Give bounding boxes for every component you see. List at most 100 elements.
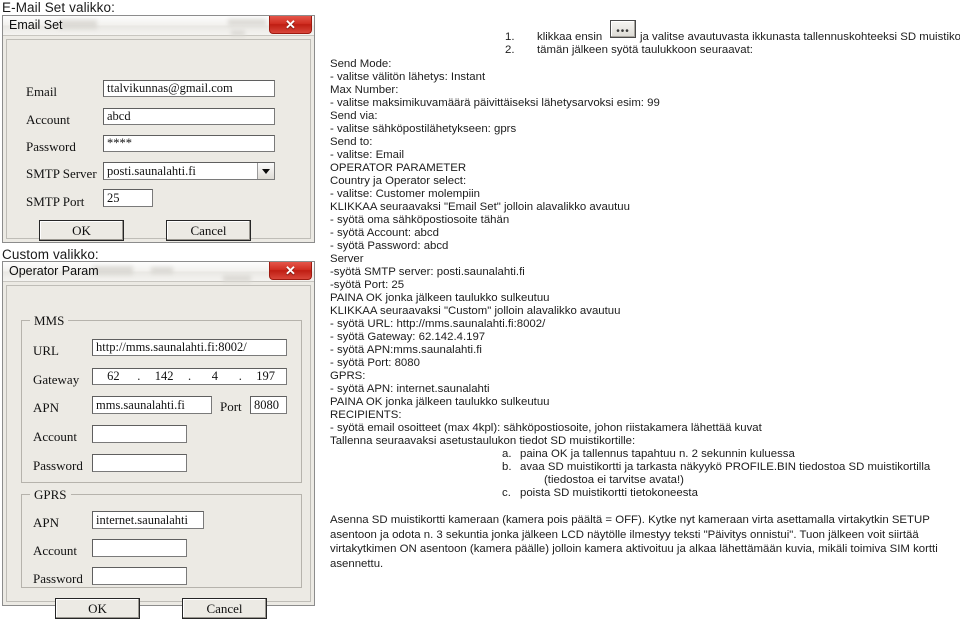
gprs-account-label: Account xyxy=(33,543,78,558)
instruction-line: OPERATOR PARAMETER xyxy=(330,162,467,174)
password-field-label: Password xyxy=(26,139,76,154)
gateway-octet-3[interactable]: 4 xyxy=(195,369,236,384)
mms-gateway-label: Gateway xyxy=(33,372,80,387)
account-input[interactable]: abcd xyxy=(103,108,275,125)
sub-item-marker-c: c. xyxy=(502,487,511,499)
instruction-line: Send via: xyxy=(330,110,378,122)
step-1-text-after: ja valitse avautuvasta ikkunasta tallenn… xyxy=(640,31,960,43)
gprs-password-input[interactable] xyxy=(92,567,187,585)
instruction-line: - valitse välitön lähetys: Instant xyxy=(330,71,486,83)
email-set-dialog: Email Set ✕ Email ttalvikunnas@gmail.com… xyxy=(2,15,315,243)
instruction-line: Max Number: xyxy=(330,84,399,96)
gateway-octet-1[interactable]: 62 xyxy=(93,369,134,384)
titlebar-smudge xyxy=(228,19,266,26)
mms-password-label: Password xyxy=(33,458,83,473)
gprs-account-input[interactable] xyxy=(92,539,187,557)
sub-item-marker-b: b. xyxy=(502,461,512,473)
instruction-line: -syötä Port: 25 xyxy=(330,279,405,291)
instruction-line: - syötä Gateway: 62.142.4.197 xyxy=(330,331,486,343)
step-2-text: tämän jälkeen syötä taulukkoon seuraavat… xyxy=(537,44,753,56)
email-field-label: Email xyxy=(26,84,58,99)
operator-param-title: Operator Param xyxy=(9,264,99,278)
instruction-line: Send Mode: xyxy=(330,58,392,70)
mms-group-label: MMS xyxy=(30,313,69,329)
browse-ellipsis-button[interactable]: ••• xyxy=(610,20,636,38)
instruction-line: -syötä SMTP server: posti.saunalahti.fi xyxy=(330,266,525,278)
email-set-body: Email ttalvikunnas@gmail.com Account abc… xyxy=(6,39,311,241)
instruction-line: - syötä email osoitteet (max 4kpl): sähk… xyxy=(330,422,762,434)
close-glyph: ✕ xyxy=(285,17,296,32)
ok-button[interactable]: OK xyxy=(39,220,124,241)
instruction-line: - syötä Port: 8080 xyxy=(330,357,420,369)
gateway-octet-2[interactable]: 142 xyxy=(144,369,185,384)
close-glyph: ✕ xyxy=(285,263,296,278)
instruction-line: Tallenna seuraavaksi asetustaulukon tied… xyxy=(330,435,636,447)
instruction-line: - valitse sähköpostilähetykseen: gprs xyxy=(330,123,517,135)
mms-password-input[interactable] xyxy=(92,454,187,472)
operator-param-titlebar: Operator Param ✕ xyxy=(3,262,314,282)
instruction-line: - valitse: Email xyxy=(330,149,405,161)
sub-item-text-b-continuation: (tiedostoa ei tarvitse avata!) xyxy=(544,474,684,486)
instruction-line: Server xyxy=(330,253,364,265)
gprs-apn-input[interactable]: internet.saunalahti xyxy=(92,511,204,529)
mms-apn-input[interactable]: mms.saunalahti.fi xyxy=(92,396,212,414)
mms-port-input[interactable]: 8080 xyxy=(250,396,287,414)
smtp-server-field-label: SMTP Server xyxy=(26,166,97,181)
mms-apn-label: APN xyxy=(33,400,60,415)
email-set-titlebar: Email Set ✕ xyxy=(3,16,314,36)
instruction-line: - syötä URL: http://mms.saunalahti.fi:80… xyxy=(330,318,546,330)
smtp-server-select[interactable]: posti.saunalahti.fi xyxy=(103,162,275,180)
cancel-button[interactable]: Cancel xyxy=(166,220,251,241)
titlebar-smudge xyxy=(59,20,97,29)
instruction-line: GPRS: xyxy=(330,370,366,382)
mms-gateway-input[interactable]: 62 . 142 . 4 . 197 xyxy=(92,368,287,385)
email-set-caption: E-Mail Set valikko: xyxy=(2,0,115,15)
instructions-panel: 1. klikkaa ensin ••• ja valitse avautuva… xyxy=(330,18,960,598)
instruction-line: - valitse maksimikuvamäärä päivittäiseks… xyxy=(330,97,660,109)
instruction-line: - syötä APN:mms.saunalahti.fi xyxy=(330,344,482,356)
instruction-line: - syötä Account: abcd xyxy=(330,227,439,239)
gprs-apn-label: APN xyxy=(33,515,60,530)
instruction-line: KLIKKAA seuraavaksi "Email Set" jolloin … xyxy=(330,201,630,213)
mms-port-label: Port xyxy=(220,399,242,414)
mms-account-input[interactable] xyxy=(92,425,187,443)
instruction-line: PAINA OK jonka jälkeen taulukko sulkeutu… xyxy=(330,396,550,408)
account-field-label: Account xyxy=(26,112,71,127)
close-icon[interactable]: ✕ xyxy=(269,16,312,34)
smtp-port-input[interactable]: 25 xyxy=(103,189,153,207)
instruction-line: RECIPIENTS: xyxy=(330,409,402,421)
gateway-dot: . xyxy=(137,369,141,383)
ellipsis-glyph: ••• xyxy=(616,26,630,37)
step-1-text-before: klikkaa ensin xyxy=(537,31,603,43)
sub-item-text-c: poista SD muistikortti tietokoneesta xyxy=(520,487,698,499)
titlebar-smudge xyxy=(151,267,173,274)
instruction-line: - valitse: Customer molempiin xyxy=(330,188,481,200)
step-2-marker: 2. xyxy=(505,44,515,56)
sub-item-text-b: avaa SD muistikortti ja tarkasta näkyykö… xyxy=(520,461,931,473)
close-icon[interactable]: ✕ xyxy=(269,262,312,280)
closing-paragraph: Asenna SD muistikortti kameraan (kamera … xyxy=(330,514,938,570)
chevron-down-icon[interactable] xyxy=(257,163,274,179)
titlebar-smudge xyxy=(231,30,245,36)
gprs-password-label: Password xyxy=(33,571,83,586)
operator-param-dialog: Operator Param ✕ MMS URL http://mms.saun… xyxy=(2,261,315,619)
sub-item-text-a: paina OK ja tallennus tapahtuu n. 2 seku… xyxy=(520,448,795,460)
email-input[interactable]: ttalvikunnas@gmail.com xyxy=(103,80,275,97)
instruction-line: - syötä APN: internet.saunalahti xyxy=(330,383,490,395)
instruction-line: KLIKKAA seuraavaksi "Custom" jolloin ala… xyxy=(330,305,621,317)
titlebar-smudge xyxy=(223,275,251,282)
gateway-octet-4[interactable]: 197 xyxy=(245,369,286,384)
mms-url-label: URL xyxy=(33,343,59,358)
gateway-dot: . xyxy=(238,369,242,383)
gprs-group-label: GPRS xyxy=(30,487,71,503)
email-set-title: Email Set xyxy=(9,18,63,32)
instruction-line: Country ja Operator select: xyxy=(330,175,467,187)
operator-param-body: MMS URL http://mms.saunalahti.fi:8002/ G… xyxy=(6,285,311,619)
step-1-marker: 1. xyxy=(505,31,515,43)
password-input[interactable]: **** xyxy=(103,135,275,152)
titlebar-smudge xyxy=(93,266,133,275)
custom-caption: Custom valikko: xyxy=(2,247,99,262)
mms-url-input[interactable]: http://mms.saunalahti.fi:8002/ xyxy=(92,339,287,356)
instruction-line: Send to: xyxy=(330,136,373,148)
instruction-line: - syötä Password: abcd xyxy=(330,240,449,252)
